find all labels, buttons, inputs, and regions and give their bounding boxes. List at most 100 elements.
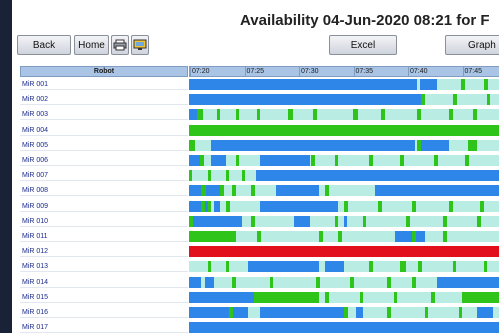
robot-name[interactable]: MiR 012	[20, 246, 188, 258]
availability-bar[interactable]	[189, 124, 499, 136]
status-segment	[255, 170, 499, 182]
status-segment	[325, 185, 330, 197]
status-segment	[344, 307, 348, 318]
status-segment	[437, 276, 499, 288]
robot-name[interactable]: MiR 016	[20, 307, 188, 318]
status-segment	[260, 200, 338, 212]
view-button[interactable]	[131, 35, 149, 55]
availability-bar[interactable]	[189, 291, 499, 303]
availability-bar[interactable]	[189, 185, 499, 197]
status-segment	[226, 170, 230, 182]
status-segment	[443, 231, 447, 242]
status-segment	[350, 276, 354, 288]
availability-bar[interactable]	[189, 261, 499, 273]
status-segment	[449, 109, 454, 121]
status-segment	[458, 307, 463, 318]
status-segment	[433, 155, 438, 166]
status-segment	[381, 109, 385, 121]
availability-bar[interactable]	[189, 170, 499, 182]
status-segment	[461, 291, 499, 303]
availability-bar[interactable]	[189, 307, 499, 318]
status-segment	[189, 276, 202, 288]
status-segment	[189, 307, 248, 318]
status-segment	[251, 215, 255, 227]
robot-name[interactable]: MiR 008	[20, 185, 188, 197]
availability-bar[interactable]	[189, 94, 499, 106]
availability-bar[interactable]	[189, 276, 499, 288]
status-segment	[415, 231, 425, 242]
availability-bar[interactable]	[189, 109, 499, 121]
back-button[interactable]: Back	[17, 35, 71, 55]
status-segment	[189, 200, 202, 212]
robot-name[interactable]: MiR 015	[20, 292, 188, 303]
status-segment	[189, 139, 196, 151]
status-segment	[484, 79, 488, 90]
robot-name[interactable]: MiR 011	[20, 231, 188, 242]
availability-bar[interactable]	[189, 155, 499, 166]
robot-name[interactable]: MiR 009	[20, 201, 188, 212]
robot-name[interactable]: MiR 017	[20, 322, 188, 333]
status-segment	[387, 307, 392, 318]
availability-bar[interactable]	[189, 246, 499, 258]
status-segment	[420, 94, 425, 106]
status-segment	[480, 200, 485, 212]
status-segment	[311, 155, 316, 166]
status-segment	[196, 109, 203, 121]
status-segment	[356, 307, 363, 318]
status-segment	[189, 124, 499, 136]
availability-bar[interactable]	[189, 200, 499, 212]
availability-bar[interactable]	[189, 231, 499, 242]
status-segment	[344, 215, 348, 227]
time-tick-label: 07:25	[244, 67, 265, 76]
status-segment	[325, 261, 344, 273]
status-segment	[269, 276, 274, 288]
robot-name[interactable]: MiR 001	[20, 79, 188, 90]
robot-name[interactable]: MiR 002	[20, 94, 188, 106]
print-button[interactable]	[111, 35, 129, 55]
status-segment	[449, 200, 454, 212]
robot-name[interactable]: MiR 007	[20, 170, 188, 182]
status-segment	[406, 215, 410, 227]
status-segment	[189, 291, 255, 303]
home-button[interactable]: Home	[74, 35, 109, 55]
status-segment	[412, 276, 416, 288]
status-segment	[207, 170, 211, 182]
status-segment	[189, 109, 197, 121]
availability-bar[interactable]	[189, 79, 499, 90]
status-segment	[189, 94, 421, 106]
availability-window: Availability 04-Jun-2020 08:21 for F Bac…	[12, 0, 499, 333]
status-segment	[257, 231, 261, 242]
status-segment	[420, 139, 450, 151]
robot-name[interactable]: MiR 005	[20, 140, 188, 151]
robot-name[interactable]: MiR 014	[20, 277, 188, 288]
robot-name[interactable]: MiR 003	[20, 109, 188, 121]
status-segment	[316, 276, 320, 288]
robot-name[interactable]: MiR 006	[20, 155, 188, 166]
robot-name[interactable]: MiR 004	[20, 125, 188, 136]
robot-name[interactable]: MiR 010	[20, 216, 188, 227]
excel-button[interactable]: Excel	[329, 35, 397, 55]
status-segment	[220, 185, 224, 197]
status-segment	[207, 261, 211, 273]
status-segment	[352, 109, 358, 121]
status-segment	[461, 79, 465, 90]
graph-button[interactable]: Graph	[445, 35, 499, 55]
status-segment	[247, 261, 320, 273]
availability-bar[interactable]	[189, 139, 499, 151]
status-segment	[430, 291, 435, 303]
status-segment	[232, 276, 237, 288]
status-segment	[260, 307, 344, 318]
status-segment	[192, 215, 242, 227]
availability-bar[interactable]	[189, 322, 499, 333]
robot-name[interactable]: MiR 013	[20, 261, 188, 273]
status-segment	[210, 155, 227, 166]
status-segment	[337, 231, 342, 242]
status-segment	[226, 200, 230, 212]
status-segment	[399, 155, 404, 166]
status-segment	[254, 291, 320, 303]
status-segment	[232, 185, 237, 197]
availability-bar[interactable]	[189, 215, 499, 227]
status-segment	[189, 231, 236, 242]
status-segment	[189, 322, 499, 333]
status-segment	[275, 185, 320, 197]
